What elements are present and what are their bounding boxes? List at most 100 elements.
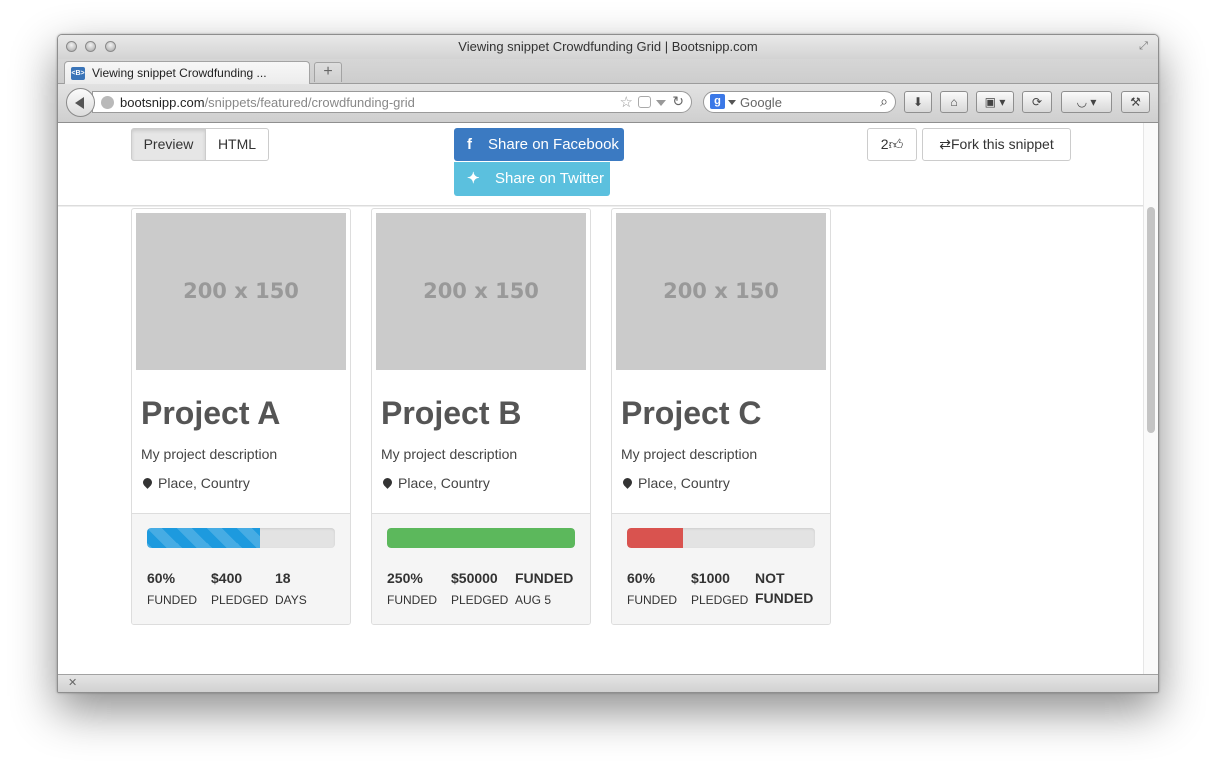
stat-status: FUNDED AUG 5 — [515, 570, 573, 607]
map-marker-icon — [141, 476, 154, 489]
retweet-icon: ⇄ — [939, 136, 951, 152]
stat-value: NOT — [755, 570, 785, 586]
project-title: Project A — [141, 395, 281, 431]
fullscreen-icon[interactable]: ⤢ — [1137, 40, 1150, 53]
search-icon[interactable]: ⌕ — [880, 93, 888, 110]
stat-label: FUNDED — [755, 590, 814, 606]
tab-strip: <B> Viewing snippet Crowdfunding ... + — [58, 59, 1158, 84]
tools-button[interactable]: ⚒ — [1121, 91, 1150, 113]
project-description: My project description — [621, 446, 758, 462]
stat-label: FUNDED — [147, 593, 197, 607]
stat-funded: 60% FUNDED — [627, 570, 677, 607]
url-text: bootsnipp.com/snippets/featured/crowdfun… — [120, 95, 415, 110]
like-button[interactable]: 2👍︎ — [867, 128, 917, 161]
location-text: Place, Country — [638, 475, 730, 491]
fork-label: Fork this snippet — [951, 136, 1054, 152]
browser-window: Viewing snippet Crowdfunding Grid | Boot… — [57, 34, 1159, 693]
globe-icon — [101, 96, 114, 109]
search-placeholder: Google — [740, 95, 782, 110]
progress-fill — [147, 528, 260, 548]
thumbs-up-icon: 👍︎ — [888, 136, 904, 152]
project-location: Place, Country — [381, 475, 490, 491]
stat-value: $400 — [211, 570, 243, 586]
stat-value: $1000 — [691, 570, 730, 586]
tab-label: Viewing snippet Crowdfunding ... — [92, 66, 267, 80]
like-count: 2 — [880, 136, 889, 152]
card-footer: 60% FUNDED $400 PLEDGED 18 DAYS — [132, 513, 350, 624]
downloads-button[interactable]: ⬇ — [904, 91, 932, 113]
back-button[interactable] — [66, 88, 95, 117]
google-icon[interactable]: g — [710, 94, 725, 109]
stat-status: NOT FUNDED — [755, 570, 813, 606]
project-card: 200 x 150 Project B My project descripti… — [371, 208, 591, 625]
vertical-scrollbar[interactable] — [1143, 123, 1158, 674]
history-dropdown-icon[interactable] — [656, 100, 666, 106]
share-twitter-label: Share on Twitter — [495, 170, 604, 187]
pocket-icon[interactable] — [638, 96, 651, 108]
project-thumbnail: 200 x 150 — [376, 213, 586, 370]
share-twitter-button[interactable]: ✦ Share on Twitter — [454, 162, 610, 196]
stat-label: PLEDGED — [211, 593, 269, 607]
card-footer: 60% FUNDED $1000 PLEDGED NOT FUNDED — [612, 513, 830, 624]
stat-funded: 60% FUNDED — [147, 570, 197, 607]
project-description: My project description — [381, 446, 518, 462]
stat-value: FUNDED — [515, 570, 574, 586]
scrollbar-thumb[interactable] — [1147, 207, 1155, 433]
close-addon-bar-icon[interactable]: ✕ — [68, 676, 77, 689]
stat-label: DAYS — [275, 593, 307, 607]
stat-label: FUNDED — [387, 593, 437, 607]
facebook-icon: f — [467, 136, 472, 153]
stat-pledged: $400 PLEDGED — [211, 570, 268, 607]
bookmark-star-icon[interactable]: ☆ — [620, 93, 633, 111]
share-facebook-label: Share on Facebook — [488, 136, 619, 153]
pocket-button[interactable]: ◡ ▾ — [1061, 91, 1112, 113]
map-marker-icon — [381, 476, 394, 489]
funding-progress-bar — [147, 528, 335, 548]
url-path: /snippets/featured/crowdfunding-grid — [204, 95, 415, 110]
project-thumbnail: 200 x 150 — [136, 213, 346, 370]
stat-label: PLEDGED — [691, 593, 749, 607]
project-card: 200 x 150 Project A My project descripti… — [131, 208, 351, 625]
bootsnipp-favicon-icon: <B> — [71, 67, 85, 80]
twitter-icon: ✦ — [467, 170, 480, 187]
stat-value: 250% — [387, 570, 423, 586]
bookmarks-menu-button[interactable]: ▣ ▾ — [976, 91, 1014, 113]
fork-button[interactable]: ⇄Fork this snippet — [922, 128, 1071, 161]
stat-value: 60% — [627, 570, 656, 586]
tab-active[interactable]: <B> Viewing snippet Crowdfunding ... — [64, 61, 310, 84]
new-tab-button[interactable]: + — [314, 62, 342, 82]
project-title: Project C — [621, 395, 762, 431]
stat-label: PLEDGED — [451, 593, 509, 607]
stat-days: 18 DAYS — [275, 570, 307, 607]
project-card: 200 x 150 Project C My project descripti… — [611, 208, 831, 625]
url-bar[interactable]: bootsnipp.com/snippets/featured/crowdfun… — [92, 91, 692, 113]
map-marker-icon — [621, 476, 634, 489]
navigation-toolbar: bootsnipp.com/snippets/featured/crowdfun… — [58, 84, 1158, 123]
home-button[interactable]: ⌂ — [940, 91, 968, 113]
stat-value: $50000 — [451, 570, 498, 586]
location-text: Place, Country — [398, 475, 490, 491]
stat-pledged: $1000 PLEDGED — [691, 570, 748, 607]
card-footer: 250% FUNDED $50000 PLEDGED FUNDED AUG 5 — [372, 513, 590, 624]
title-bar: Viewing snippet Crowdfunding Grid | Boot… — [58, 35, 1158, 59]
share-facebook-button[interactable]: f Share on Facebook — [454, 128, 624, 161]
url-domain: bootsnipp.com — [120, 95, 205, 110]
status-bar: ✕ — [58, 674, 1158, 692]
project-location: Place, Country — [141, 475, 250, 491]
funding-progress-bar — [627, 528, 815, 548]
funding-progress-bar — [387, 528, 575, 548]
project-title: Project B — [381, 395, 522, 431]
sync-button[interactable]: ⟳ — [1022, 91, 1052, 113]
progress-fill — [627, 528, 684, 548]
header-divider — [58, 205, 1143, 206]
engine-dropdown-icon[interactable] — [728, 100, 736, 105]
stat-value: 18 — [275, 570, 291, 586]
stat-label: FUNDED — [627, 593, 677, 607]
reload-icon[interactable]: ↻ — [672, 93, 684, 110]
project-location: Place, Country — [621, 475, 730, 491]
html-button[interactable]: HTML — [205, 128, 269, 161]
stat-label: AUG 5 — [515, 593, 552, 607]
search-bar[interactable]: g Google ⌕ — [703, 91, 896, 113]
stat-pledged: $50000 PLEDGED — [451, 570, 508, 607]
preview-button[interactable]: Preview — [131, 128, 206, 161]
